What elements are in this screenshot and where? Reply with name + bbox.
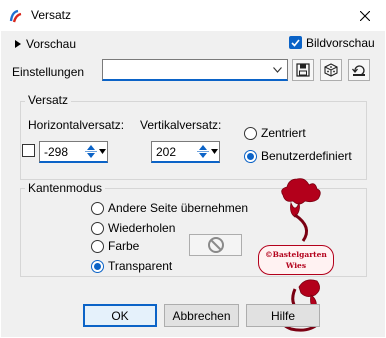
preview-toggle[interactable]: Vorschau: [15, 37, 85, 51]
chevron-down-icon: [273, 67, 282, 73]
expand-arrow-icon: [15, 40, 21, 48]
image-preview-label: Bildvorschau: [306, 36, 375, 50]
dropdown-arrow-icon: [98, 149, 106, 154]
dialog-body: Vorschau Bildvorschau Einstellungen Vers…: [1, 31, 385, 337]
ok-button-label: OK: [111, 308, 129, 323]
save-preset-button[interactable]: [292, 59, 314, 81]
watermark-plate: ©Bastelgarten Wies: [258, 245, 334, 275]
offset-group-title: Versatz: [25, 93, 72, 107]
reset-button[interactable]: [348, 59, 370, 81]
vertical-spin-arrows[interactable]: [197, 143, 209, 160]
wrap-label: Andere Seite übernehmen: [108, 201, 249, 215]
horizontal-spin-arrows[interactable]: [85, 143, 97, 160]
ok-button[interactable]: OK: [83, 304, 157, 327]
window-title: Versatz: [31, 8, 72, 22]
spin-up-down-icon: [85, 143, 97, 160]
close-button[interactable]: [352, 4, 378, 28]
custom-label: Benutzerdefiniert: [261, 149, 352, 163]
help-button-label: Hilfe: [270, 308, 295, 323]
color-radio[interactable]: [91, 240, 104, 253]
custom-radio[interactable]: [244, 150, 257, 163]
repeat-radio[interactable]: [91, 222, 104, 235]
spin-up-down-icon: [197, 143, 209, 160]
centered-radio[interactable]: [244, 127, 257, 140]
reset-arrow-icon: [352, 65, 365, 76]
settings-label: Einstellungen: [12, 65, 85, 79]
checkmark-icon: [291, 38, 300, 47]
close-icon: [360, 11, 370, 21]
repeat-label: Wiederholen: [108, 221, 176, 235]
no-color-icon: [207, 237, 224, 253]
transparent-label: Transparent: [108, 259, 173, 273]
centered-label: Zentriert: [261, 126, 306, 140]
horizontal-offset-value: -298: [44, 145, 69, 159]
watermark-text: ©Bastelgarten Wies: [265, 250, 327, 270]
dice-icon: [324, 63, 338, 77]
app-icon: [9, 9, 23, 23]
vertical-dropdown-arrow[interactable]: [209, 143, 219, 160]
vertical-offset-label: Vertikalversatz:: [140, 118, 222, 132]
randomize-button[interactable]: [320, 59, 342, 81]
settings-combo[interactable]: [102, 59, 288, 81]
edge-mode-group-title: Kantenmodus: [25, 181, 106, 195]
link-offsets-checkbox[interactable]: [22, 144, 35, 157]
vertical-offset-spinbox[interactable]: 202: [151, 141, 220, 163]
help-button[interactable]: Hilfe: [246, 304, 320, 327]
horizontal-offset-label: Horizontalversatz:: [28, 118, 125, 132]
horizontal-offset-spinbox[interactable]: -298: [39, 141, 108, 163]
color-swatch[interactable]: [189, 234, 242, 256]
preview-toggle-label: Vorschau: [26, 37, 77, 51]
cancel-button-label: Abbrechen: [172, 308, 231, 323]
transparent-radio[interactable]: [91, 260, 104, 273]
vertical-offset-value: 202: [156, 145, 177, 159]
dropdown-arrow-icon: [210, 149, 218, 154]
wrap-radio[interactable]: [91, 202, 104, 215]
cancel-button[interactable]: Abbrechen: [164, 304, 239, 327]
horizontal-dropdown-arrow[interactable]: [97, 143, 107, 160]
image-preview-checkbox[interactable]: [289, 36, 302, 49]
color-label: Farbe: [108, 239, 140, 253]
floppy-disk-icon: [296, 63, 310, 77]
